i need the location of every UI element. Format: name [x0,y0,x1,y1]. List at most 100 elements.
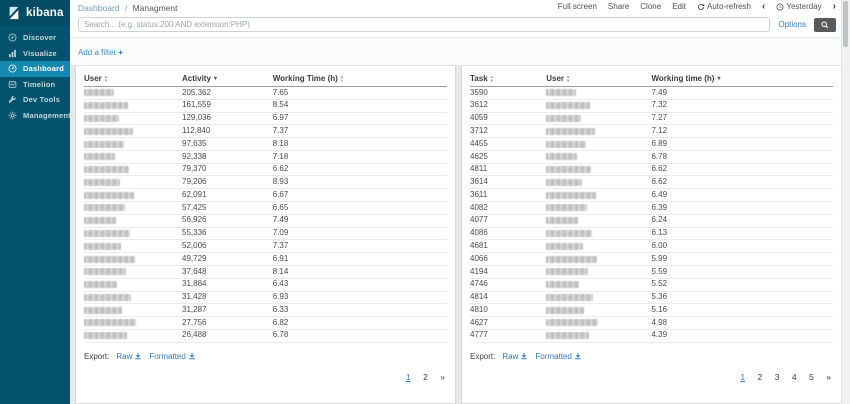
refresh-icon [697,3,705,11]
activity-cell: 112,840 [182,125,273,138]
export-link[interactable]: Raw [502,352,528,361]
kibana-logo-icon [7,6,21,20]
search-icon [821,17,829,32]
working-time-cell: 6.82 [273,317,447,330]
column-header-user[interactable]: User▴▾ [546,74,569,83]
page-scrollbar[interactable] [841,0,850,404]
export-link[interactable]: Formatted [535,352,581,361]
table-row: 31,428 6.93 [84,291,447,304]
table-row: 4059 7.27 [470,112,833,125]
breadcrumb: Dashboard / Managment Full screen Share … [70,0,842,14]
export-row: Export: Raw Formatted [84,352,447,361]
sidebar: kibana Discover Visualize Dashboard Time… [0,0,70,404]
pagination-page[interactable]: » [826,372,831,382]
activity-cell: 97,635 [182,138,273,151]
sidebar-item-discover[interactable]: Discover [0,30,70,46]
clock-icon [776,3,784,11]
working-time-cell: 8.14 [273,265,447,278]
working-time-cell: 7.32 [651,99,833,112]
export-label: Export: [84,352,109,361]
user-name-redacted [84,332,127,339]
working-time-cell: 8.54 [273,99,447,112]
table-row: 56,926 7.49 [84,214,447,227]
toolbar-link[interactable]: Edit [672,2,686,11]
table-row: 3612 7.32 [470,99,833,112]
pagination-page[interactable]: 2 [423,372,428,382]
task-id-cell: 4814 [470,291,546,304]
pagination: 1 2 » [84,367,447,385]
tasks-table: Task▴▾ User▴▾ Working time (h)▾ 3590 7.4… [470,72,833,343]
pagination-page[interactable]: 1 [406,372,411,382]
user-name-redacted [546,128,595,135]
task-id-cell: 4746 [470,278,546,291]
filter-bar: Add a filter+ [70,37,842,66]
pagination-page[interactable]: 1 [740,372,745,382]
export-link[interactable]: Raw [116,352,142,361]
breadcrumb-dashboard-link[interactable]: Dashboard [78,3,120,13]
task-id-cell: 4194 [470,265,546,278]
time-forward-chevron-icon[interactable]: › [833,3,836,11]
working-time-cell: 7.49 [273,214,447,227]
sidebar-item-label: Visualize [23,49,57,58]
scrollbar-thumb[interactable] [843,1,848,47]
working-time-cell: 4.98 [651,317,833,330]
user-name-redacted [546,243,583,250]
pagination-page[interactable]: 4 [792,372,797,382]
column-header-working-time[interactable]: Working Time (h)▴▾ [273,74,343,83]
query-options-link[interactable]: Options [778,20,806,29]
working-time-cell: 7.65 [273,87,447,100]
working-time-cell: 6.62 [651,163,833,176]
column-header-user[interactable]: User▴▾ [84,74,107,83]
task-id-cell: 3590 [470,87,546,100]
panel-list-of-tasks: List of tasks Task▴▾ User▴▾ Working time… [461,46,842,404]
working-time-cell: 8.18 [273,138,447,151]
export-link[interactable]: Formatted [149,352,195,361]
task-id-cell: 4077 [470,214,546,227]
sidebar-item-management[interactable]: Management [0,108,70,124]
column-header-activity[interactable]: Activity▾ [182,74,217,83]
add-filter-button[interactable]: Add a filter+ [78,48,123,57]
export-label: Export: [470,352,495,361]
table-row: 79,370 6.62 [84,163,447,176]
user-name-redacted [546,192,596,199]
sidebar-item-timelion[interactable]: Timelion [0,77,70,93]
column-header-working-time[interactable]: Working time (h)▾ [651,74,720,83]
toolbar-link[interactable]: Clone [640,2,661,11]
sidebar-item-visualize[interactable]: Visualize [0,46,70,62]
table-row: 205,362 7.65 [84,87,447,100]
search-button[interactable] [814,18,836,32]
activity-cell: 92,338 [182,150,273,163]
toolbar-link[interactable]: Full screen [558,2,597,11]
task-id-cell: 3612 [470,99,546,112]
sidebar-item-dashboard[interactable]: Dashboard [0,61,70,77]
working-time-cell: 5.16 [651,304,833,317]
pagination-page[interactable]: 5 [809,372,814,382]
table-row: 3614 6.62 [470,176,833,189]
table-header-row: Task▴▾ User▴▾ Working time (h)▾ [470,72,833,87]
user-name-redacted [546,230,592,237]
working-time-cell: 6.62 [273,163,447,176]
timelion-icon [8,80,17,89]
task-id-cell: 4681 [470,240,546,253]
pagination-page[interactable]: 2 [758,372,763,382]
table-row: 3712 7.12 [470,125,833,138]
column-header-task[interactable]: Task▴▾ [470,74,493,83]
time-back-chevron-icon[interactable]: ‹ [762,3,765,11]
task-id-cell: 4625 [470,150,546,163]
breadcrumb-current-page: Managment [133,3,178,13]
toolbar-link[interactable]: Share [608,2,629,11]
user-name-redacted [84,281,117,288]
search-input[interactable] [78,17,770,32]
kibana-logo[interactable]: kibana [0,0,70,26]
activity-cell: 79,206 [182,176,273,189]
user-name-redacted [84,230,130,237]
pagination-page[interactable]: 3 [775,372,780,382]
activity-cell: 49,729 [182,253,273,266]
sidebar-item-dev-tools[interactable]: Dev Tools [0,92,70,108]
time-range-picker[interactable]: Yesterday [776,2,821,11]
pagination-page[interactable]: » [440,372,445,382]
working-time-cell: 6.97 [273,112,447,125]
auto-refresh-button[interactable]: Auto-refresh [697,2,751,11]
user-name-redacted [84,192,134,199]
sidebar-item-label: Dashboard [23,64,64,73]
